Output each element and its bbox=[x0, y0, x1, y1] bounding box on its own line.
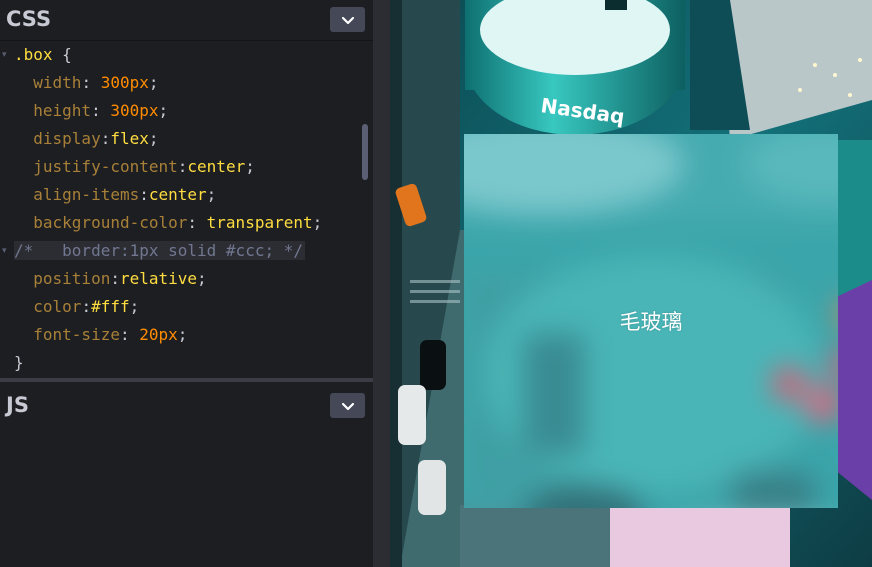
chevron-down-icon bbox=[341, 402, 354, 410]
css-value: #fff bbox=[91, 297, 130, 316]
colon: : bbox=[119, 325, 140, 344]
css-panel-toggle-button[interactable] bbox=[330, 7, 365, 32]
css-property: align-items bbox=[33, 185, 140, 204]
close-brace: } bbox=[14, 353, 24, 372]
css-value: 300px bbox=[100, 73, 149, 92]
css-value: relative bbox=[119, 269, 198, 288]
code-line-declaration: height: 300px; bbox=[14, 97, 168, 125]
pane-resize-handle[interactable] bbox=[373, 0, 390, 567]
css-value: center bbox=[187, 157, 246, 176]
semicolon: ; bbox=[245, 157, 255, 176]
code-line-declaration: align-items:center; bbox=[14, 181, 216, 209]
css-selector: .box bbox=[14, 45, 53, 64]
css-value: 300px bbox=[110, 101, 159, 120]
colon: : bbox=[81, 297, 92, 316]
js-panel-header: JS bbox=[0, 386, 373, 427]
css-property: height bbox=[33, 101, 92, 120]
code-line-comment: /* border:1px solid #ccc; */ bbox=[14, 237, 305, 265]
semicolon: ; bbox=[129, 297, 140, 316]
colon: : bbox=[187, 213, 207, 232]
css-code-area[interactable]: .box {▾ width: 300px; height: 300px; dis… bbox=[0, 41, 373, 378]
code-line-declaration: position:relative; bbox=[14, 265, 207, 293]
css-property: justify-content bbox=[33, 157, 178, 176]
colon: : bbox=[81, 73, 101, 92]
code-line-declaration: font-size: 20px; bbox=[14, 321, 187, 349]
js-panel-title: JS bbox=[6, 393, 29, 417]
css-panel-title: CSS bbox=[6, 7, 52, 31]
js-panel-toggle-button[interactable] bbox=[330, 393, 365, 418]
open-brace: { bbox=[52, 45, 72, 64]
code-editor: CSS .box {▾ width: 300px; height: 300px;… bbox=[0, 0, 373, 567]
code-line-selector: .box { bbox=[14, 41, 72, 69]
semicolon: ; bbox=[148, 129, 159, 148]
code-line-declaration: width: 300px; bbox=[14, 69, 159, 97]
css-value: flex bbox=[110, 129, 149, 148]
js-code-area[interactable] bbox=[0, 426, 373, 567]
css-value: transparent bbox=[206, 213, 313, 232]
code-line-close: } bbox=[14, 349, 24, 377]
fold-arrow-icon[interactable]: ▾ bbox=[2, 237, 10, 265]
css-property: position bbox=[33, 269, 111, 288]
css-property: color bbox=[33, 297, 82, 316]
colon: : bbox=[100, 129, 111, 148]
code-line-declaration: justify-content:center; bbox=[14, 153, 255, 181]
css-value: center bbox=[148, 185, 207, 204]
semicolon: ; bbox=[148, 73, 159, 92]
panel-divider[interactable] bbox=[0, 378, 373, 382]
chevron-down-icon bbox=[341, 16, 354, 24]
code-line-declaration: color:#fff; bbox=[14, 293, 139, 321]
css-property: font-size bbox=[33, 325, 120, 344]
css-scrollbar[interactable] bbox=[362, 124, 368, 180]
box-text: 毛玻璃 bbox=[619, 310, 683, 334]
fold-arrow-icon[interactable]: ▾ bbox=[2, 41, 10, 69]
colon: : bbox=[91, 101, 111, 120]
css-property: background-color bbox=[33, 213, 188, 232]
result-preview: Nasdaq 毛玻璃 bbox=[390, 0, 872, 567]
css-property: display bbox=[33, 129, 101, 148]
css-comment: /* border:1px solid #ccc; */ bbox=[14, 241, 305, 260]
css-panel-header: CSS bbox=[0, 0, 373, 41]
semicolon: ; bbox=[312, 213, 323, 232]
colon: : bbox=[110, 269, 120, 288]
semicolon: ; bbox=[206, 185, 217, 204]
frosted-glass-box: 毛玻璃 bbox=[464, 134, 838, 508]
semicolon: ; bbox=[177, 325, 188, 344]
css-value: 20px bbox=[139, 325, 178, 344]
code-line-declaration: display:flex; bbox=[14, 125, 159, 153]
code-line-declaration: background-color: transparent; bbox=[14, 209, 322, 237]
semicolon: ; bbox=[197, 269, 207, 288]
semicolon: ; bbox=[158, 101, 169, 120]
colon: : bbox=[177, 157, 188, 176]
css-property: width bbox=[33, 73, 82, 92]
colon: : bbox=[139, 185, 149, 204]
